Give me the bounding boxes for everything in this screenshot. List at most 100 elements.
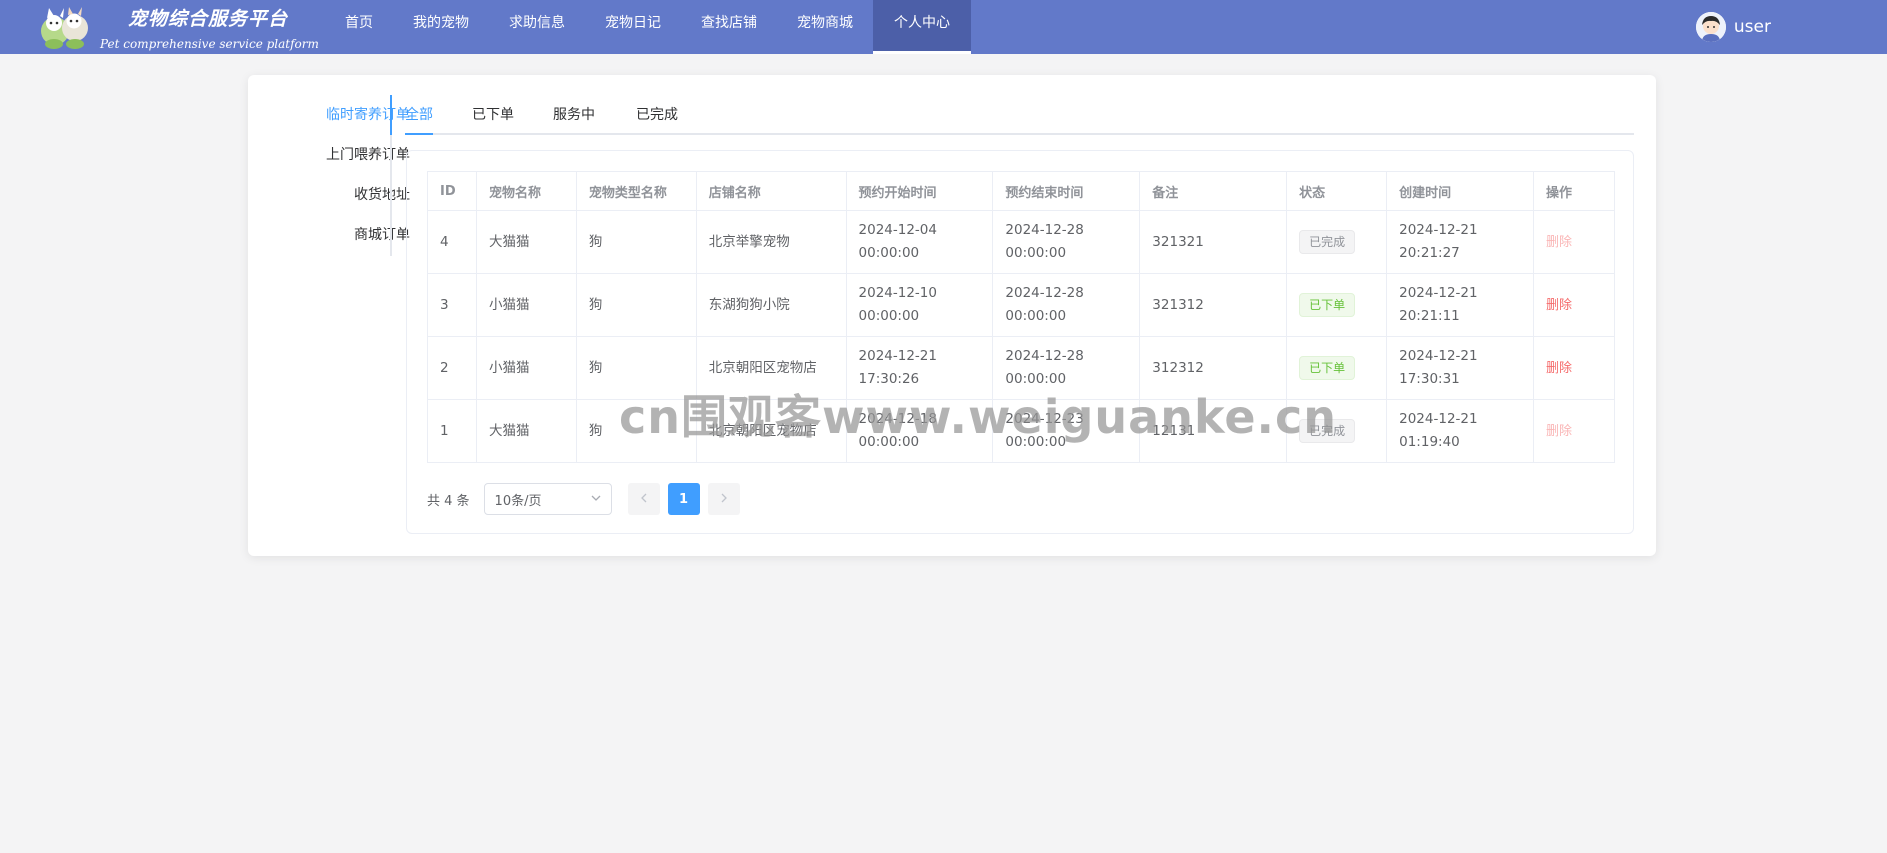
cell-end-time: 2024-12-28 00:00:00 xyxy=(992,273,1141,337)
cell-actions: 删除 xyxy=(1533,210,1615,274)
page-number-button[interactable]: 1 xyxy=(667,483,700,515)
nav-my-pets[interactable]: 我的宠物 xyxy=(392,0,490,54)
nav-help-info[interactable]: 求助信息 xyxy=(488,0,586,54)
end-date: 2024-12-28 xyxy=(1005,222,1084,238)
start-date: 2024-12-04 xyxy=(858,222,937,238)
nav-pet-mall[interactable]: 宠物商城 xyxy=(776,0,874,54)
created-date: 2024-12-21 xyxy=(1399,285,1478,301)
header-note: 备注 xyxy=(1139,171,1288,211)
pagination: 共 4 条 10条/页 1 xyxy=(427,483,748,515)
cell-pet-name: 大猫猫 xyxy=(475,399,577,463)
prev-page-button[interactable] xyxy=(627,483,660,515)
start-clock: 00:00:00 xyxy=(858,245,920,261)
cell-end-time: 2024-12-28 00:00:00 xyxy=(992,336,1141,400)
cell-actions: 删除 xyxy=(1533,336,1615,400)
cell-actions: 删除 xyxy=(1533,399,1615,463)
total-count: 共 4 条 xyxy=(427,493,470,509)
pet-logo-icon[interactable] xyxy=(40,4,92,50)
cell-end-time: 2024-12-23 00:00:00 xyxy=(992,399,1141,463)
cell-store-name: 北京朝阳区宠物店 xyxy=(695,399,847,463)
cell-id: 1 xyxy=(427,399,477,463)
end-clock: 00:00:00 xyxy=(1005,308,1067,324)
cell-pet-type: 狗 xyxy=(575,336,697,400)
cell-note: 12131 xyxy=(1139,399,1288,463)
created-date: 2024-12-21 xyxy=(1399,348,1478,364)
header-start-time: 预约开始时间 xyxy=(845,171,994,211)
end-clock: 00:00:00 xyxy=(1005,371,1067,387)
avatar[interactable] xyxy=(1695,12,1726,42)
nav-home[interactable]: 首页 xyxy=(324,0,394,54)
cell-pet-type: 狗 xyxy=(575,273,697,337)
delete-button[interactable]: 删除 xyxy=(1546,424,1572,439)
created-clock: 01:19:40 xyxy=(1399,434,1460,450)
tab-ordered[interactable]: 已下单 xyxy=(472,95,514,135)
tab-all[interactable]: 全部 xyxy=(405,95,433,135)
status-badge: 已下单 xyxy=(1299,356,1356,380)
cell-created-time: 2024-12-21 17:30:31 xyxy=(1386,336,1535,400)
cell-start-time: 2024-12-21 17:30:26 xyxy=(845,336,994,400)
cell-id: 4 xyxy=(427,210,477,274)
username[interactable]: user xyxy=(1734,17,1771,37)
cell-pet-type: 狗 xyxy=(575,399,697,463)
next-page-button[interactable] xyxy=(707,483,740,515)
cell-pet-name: 小猫猫 xyxy=(475,336,577,400)
top-navbar: 宠物综合服务平台 Pet comprehensive service platf… xyxy=(0,0,1887,54)
cell-id: 2 xyxy=(427,336,477,400)
cell-status: 已下单 xyxy=(1286,336,1388,400)
nav-find-store[interactable]: 查找店铺 xyxy=(680,0,778,54)
cell-note: 321321 xyxy=(1139,210,1288,274)
header-created-time: 创建时间 xyxy=(1386,171,1535,211)
created-date: 2024-12-21 xyxy=(1399,411,1478,427)
sidebar-item-home-feeding-orders[interactable]: 上门喂养订单 xyxy=(326,135,410,175)
table-row: 4 大猫猫 狗 北京举擎宠物 2024-12-04 00:00:00 2024-1… xyxy=(427,210,1615,274)
nav-personal-center[interactable]: 个人中心 xyxy=(873,0,971,54)
cell-created-time: 2024-12-21 20:21:11 xyxy=(1386,273,1535,337)
end-clock: 00:00:00 xyxy=(1005,434,1067,450)
end-date: 2024-12-28 xyxy=(1005,348,1084,364)
delete-button[interactable]: 删除 xyxy=(1546,361,1572,376)
header-id: ID xyxy=(427,171,477,211)
header-pet-type: 宠物类型名称 xyxy=(575,171,697,211)
cell-pet-type: 狗 xyxy=(575,210,697,274)
cell-status: 已完成 xyxy=(1286,399,1388,463)
page-size-select[interactable]: 10条/页 xyxy=(483,483,612,515)
sidebar-item-mall-orders[interactable]: 商城订单 xyxy=(354,215,410,255)
start-date: 2024-12-21 xyxy=(858,348,937,364)
table-row: 3 小猫猫 狗 东湖狗狗小院 2024-12-10 00:00:00 2024-1… xyxy=(427,273,1615,337)
chevron-right-icon xyxy=(720,492,728,507)
cell-actions: 删除 xyxy=(1533,273,1615,337)
orders-panel: ID 宠物名称 宠物类型名称 店铺名称 预约开始时间 预约结束时间 备注 状态 … xyxy=(406,150,1634,534)
created-clock: 20:21:27 xyxy=(1399,245,1460,261)
start-date: 2024-12-18 xyxy=(858,411,937,427)
orders-table: ID 宠物名称 宠物类型名称 店铺名称 预约开始时间 预约结束时间 备注 状态 … xyxy=(427,171,1615,463)
tab-completed[interactable]: 已完成 xyxy=(636,95,678,135)
header-store-name: 店铺名称 xyxy=(695,171,847,211)
tab-active-indicator xyxy=(405,133,433,135)
status-badge: 已完成 xyxy=(1299,230,1356,254)
delete-button[interactable]: 删除 xyxy=(1546,235,1572,250)
header-pet-name: 宠物名称 xyxy=(475,171,577,211)
header-status: 状态 xyxy=(1286,171,1388,211)
sidebar-item-shipping-address[interactable]: 收货地址 xyxy=(354,175,410,215)
cell-note: 321312 xyxy=(1139,273,1288,337)
brand-title: 宠物综合服务平台 xyxy=(128,8,289,30)
cell-pet-name: 小猫猫 xyxy=(475,273,577,337)
header-end-time: 预约结束时间 xyxy=(992,171,1141,211)
cell-status: 已下单 xyxy=(1286,273,1388,337)
delete-button[interactable]: 删除 xyxy=(1546,298,1572,313)
cell-end-time: 2024-12-28 00:00:00 xyxy=(992,210,1141,274)
nav-pet-diary[interactable]: 宠物日记 xyxy=(584,0,682,54)
end-date: 2024-12-28 xyxy=(1005,285,1084,301)
page-size-value: 10条/页 xyxy=(494,493,542,509)
cell-created-time: 2024-12-21 20:21:27 xyxy=(1386,210,1535,274)
sidebar-active-indicator xyxy=(390,95,392,135)
tab-in-service[interactable]: 服务中 xyxy=(553,95,595,135)
brand-subtitle: Pet comprehensive service platform xyxy=(100,37,319,51)
created-date: 2024-12-21 xyxy=(1399,222,1478,238)
end-clock: 00:00:00 xyxy=(1005,245,1067,261)
cell-status: 已完成 xyxy=(1286,210,1388,274)
sidebar-item-temp-boarding-orders[interactable]: 临时寄养订单 xyxy=(326,95,410,135)
user-menu[interactable]: user xyxy=(1695,0,1771,54)
cell-store-name: 东湖狗狗小院 xyxy=(695,273,847,337)
cell-start-time: 2024-12-18 00:00:00 xyxy=(845,399,994,463)
